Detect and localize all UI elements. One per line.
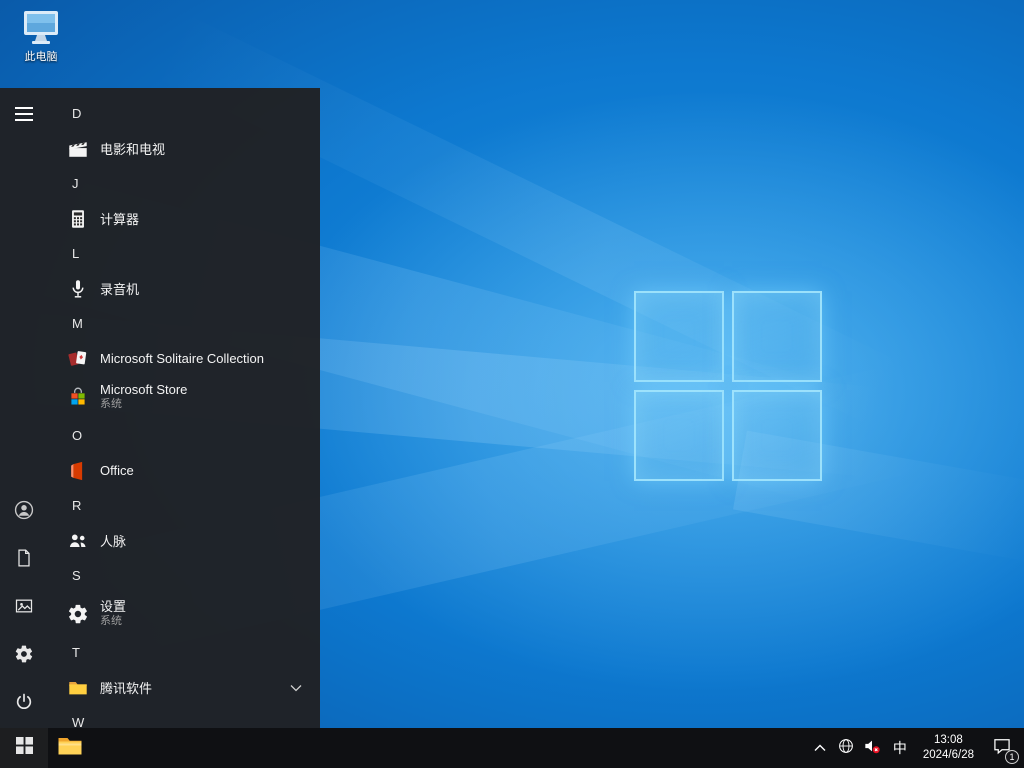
user-icon (13, 499, 35, 526)
letter-header-m[interactable]: M (48, 306, 320, 341)
app-label: 腾讯软件 (100, 681, 153, 696)
app-item-people[interactable]: 人脉 (48, 523, 320, 558)
notification-badge: 1 (1005, 750, 1019, 764)
file-explorer-icon (57, 735, 83, 762)
file-explorer-button[interactable] (48, 728, 92, 768)
expand-menu-button[interactable] (0, 92, 48, 140)
tray-expand-button[interactable] (807, 728, 833, 768)
app-item-movies-tv[interactable]: 电影和电视 (48, 131, 320, 166)
letter-label: S (72, 568, 81, 583)
network-button[interactable] (833, 728, 859, 768)
taskbar-clock[interactable]: 13:08 2024/6/28 (915, 728, 982, 768)
wallpaper-windows-logo (634, 291, 822, 481)
picture-icon (14, 596, 34, 621)
letter-label: W (72, 715, 85, 728)
letter-header-w[interactable]: W (48, 705, 320, 728)
start-menu-rail (0, 88, 48, 728)
calculator-icon (66, 207, 90, 231)
this-pc-icon (12, 8, 70, 46)
taskbar: 中 13:08 2024/6/28 1 (0, 728, 1024, 768)
windows-start-icon (15, 737, 33, 759)
power-icon (14, 692, 34, 717)
app-label: Office (100, 463, 134, 478)
start-menu: D 电影和电视 J 计算器 L 录音机 M Microsoft Solitair… (0, 88, 320, 728)
app-label: 人脉 (100, 534, 127, 549)
pictures-button[interactable] (0, 584, 48, 632)
people-icon (66, 529, 90, 553)
action-center-button[interactable]: 1 (982, 728, 1022, 768)
gear-icon (14, 644, 34, 669)
app-text: Microsoft Store 系统 (100, 382, 187, 412)
solitaire-cards-icon (66, 347, 90, 371)
desktop-icon-label: 此电脑 (24, 51, 58, 63)
start-app-list: D 电影和电视 J 计算器 L 录音机 M Microsoft Solitair… (48, 88, 320, 728)
letter-label: M (72, 316, 83, 331)
app-text: 设置 系统 (100, 599, 126, 629)
letter-label: R (72, 498, 82, 513)
app-label: 电影和电视 (100, 142, 166, 157)
app-label: 计算器 (100, 212, 140, 227)
clock-time: 13:08 (934, 734, 963, 747)
hamburger-icon (15, 106, 33, 126)
volume-button[interactable] (859, 728, 885, 768)
windows-logo-pane (732, 291, 822, 382)
letter-header-l[interactable]: L (48, 236, 320, 271)
system-tray: 中 13:08 2024/6/28 1 (807, 728, 1024, 768)
account-button[interactable] (0, 488, 48, 536)
network-globe-icon (837, 737, 855, 760)
letter-header-j[interactable]: J (48, 166, 320, 201)
app-item-solitaire[interactable]: Microsoft Solitaire Collection (48, 341, 320, 376)
app-item-voice-recorder[interactable]: 录音机 (48, 271, 320, 306)
documents-button[interactable] (0, 536, 48, 584)
windows-logo-pane (634, 390, 724, 481)
clock-date: 2024/6/28 (922, 749, 974, 761)
settings-gear-icon (66, 602, 90, 626)
letter-label: D (72, 106, 82, 121)
speaker-muted-icon (862, 736, 882, 761)
letter-label: J (72, 176, 79, 191)
microsoft-store-icon (66, 385, 90, 409)
movies-tv-icon (66, 137, 90, 161)
app-sublabel: 系统 (100, 615, 122, 628)
document-icon (14, 548, 34, 573)
letter-header-d[interactable]: D (48, 96, 320, 131)
app-label: 设置 (100, 599, 127, 614)
letter-label: L (72, 246, 80, 261)
folder-icon (66, 676, 90, 700)
letter-header-t[interactable]: T (48, 635, 320, 670)
chevron-down-icon[interactable] (290, 684, 302, 692)
app-sublabel: 系统 (100, 398, 122, 411)
settings-button[interactable] (0, 632, 48, 680)
desktop-icon-this-pc[interactable]: 此电脑 (12, 8, 70, 64)
power-button[interactable] (0, 680, 48, 728)
windows-logo-pane (634, 291, 724, 382)
app-item-office[interactable]: Office (48, 453, 320, 488)
rail-bottom-group (0, 488, 48, 728)
app-item-calculator[interactable]: 计算器 (48, 201, 320, 236)
letter-header-o[interactable]: O (48, 418, 320, 453)
app-label: Microsoft Store (100, 382, 188, 397)
office-icon (66, 459, 90, 483)
app-label: Microsoft Solitaire Collection (100, 351, 265, 366)
windows-logo-pane (732, 390, 822, 481)
app-item-microsoft-store[interactable]: Microsoft Store 系统 (48, 376, 320, 418)
desktop: 此电脑 D 电影和电视 J 计算器 L 录音机 M Microsoft Soli… (0, 0, 1024, 768)
app-item-settings[interactable]: 设置 系统 (48, 593, 320, 635)
microphone-icon (66, 277, 90, 301)
letter-label: T (72, 645, 80, 660)
letter-label: O (72, 428, 83, 443)
letter-header-s[interactable]: S (48, 558, 320, 593)
letter-header-r[interactable]: R (48, 488, 320, 523)
app-item-tencent-folder[interactable]: 腾讯软件 (48, 670, 320, 705)
start-button[interactable] (0, 728, 48, 768)
app-label: 录音机 (100, 282, 140, 297)
chevron-up-icon (814, 739, 826, 757)
ime-indicator[interactable]: 中 (885, 728, 915, 768)
